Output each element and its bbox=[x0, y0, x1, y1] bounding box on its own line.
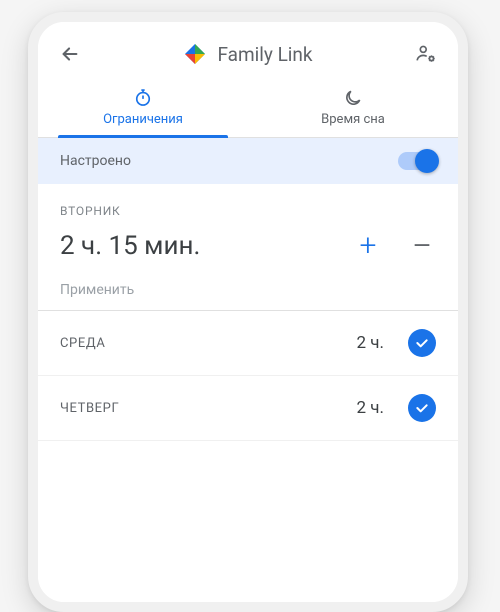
tab-bar: Ограничения Время сна bbox=[38, 80, 458, 138]
phone-frame: Family Link Ограничения Время сна bbox=[28, 12, 468, 612]
increment-button[interactable]: + bbox=[354, 231, 382, 261]
person-gear-icon bbox=[415, 43, 437, 65]
time-stepper: + − bbox=[354, 228, 436, 264]
moon-icon bbox=[343, 88, 363, 108]
status-label: Настроено bbox=[60, 153, 131, 169]
check-icon bbox=[414, 335, 430, 351]
day-check-toggle[interactable] bbox=[408, 394, 436, 422]
decrement-button[interactable]: − bbox=[408, 228, 436, 264]
manage-account-button[interactable] bbox=[414, 42, 438, 66]
tab-bedtime-label: Время сна bbox=[321, 112, 385, 127]
toggle-knob bbox=[415, 149, 439, 173]
tab-bedtime[interactable]: Время сна bbox=[248, 80, 458, 137]
family-link-logo-icon bbox=[183, 42, 207, 66]
day-row-thursday[interactable]: ЧЕТВЕРГ 2 ч. bbox=[38, 376, 458, 441]
app-header: Family Link bbox=[38, 22, 458, 80]
app-screen: Family Link Ограничения Время сна bbox=[38, 22, 458, 602]
title-group: Family Link bbox=[98, 42, 398, 66]
day-name: СРЕДА bbox=[60, 336, 356, 351]
time-row: 2 ч. 15 мин. + − bbox=[60, 228, 436, 264]
tab-limits-label: Ограничения bbox=[103, 112, 183, 127]
time-value: 2 ч. 15 мин. bbox=[60, 231, 200, 261]
day-check-toggle[interactable] bbox=[408, 329, 436, 357]
editor-day-label: ВТОРНИК bbox=[60, 204, 436, 218]
day-name: ЧЕТВЕРГ bbox=[60, 401, 356, 416]
check-icon bbox=[414, 400, 430, 416]
day-editor: ВТОРНИК 2 ч. 15 мин. + − Применить bbox=[38, 184, 458, 311]
back-button[interactable] bbox=[58, 42, 82, 66]
day-row-wednesday[interactable]: СРЕДА 2 ч. bbox=[38, 311, 458, 376]
day-time: 2 ч. bbox=[356, 333, 384, 353]
app-title: Family Link bbox=[217, 43, 312, 66]
apply-button[interactable]: Применить bbox=[60, 282, 436, 298]
limits-toggle[interactable] bbox=[398, 152, 436, 170]
status-bar: Настроено bbox=[38, 138, 458, 184]
stopwatch-icon bbox=[133, 88, 153, 108]
day-time: 2 ч. bbox=[356, 398, 384, 418]
arrow-left-icon bbox=[59, 43, 81, 65]
tab-limits[interactable]: Ограничения bbox=[38, 80, 248, 137]
